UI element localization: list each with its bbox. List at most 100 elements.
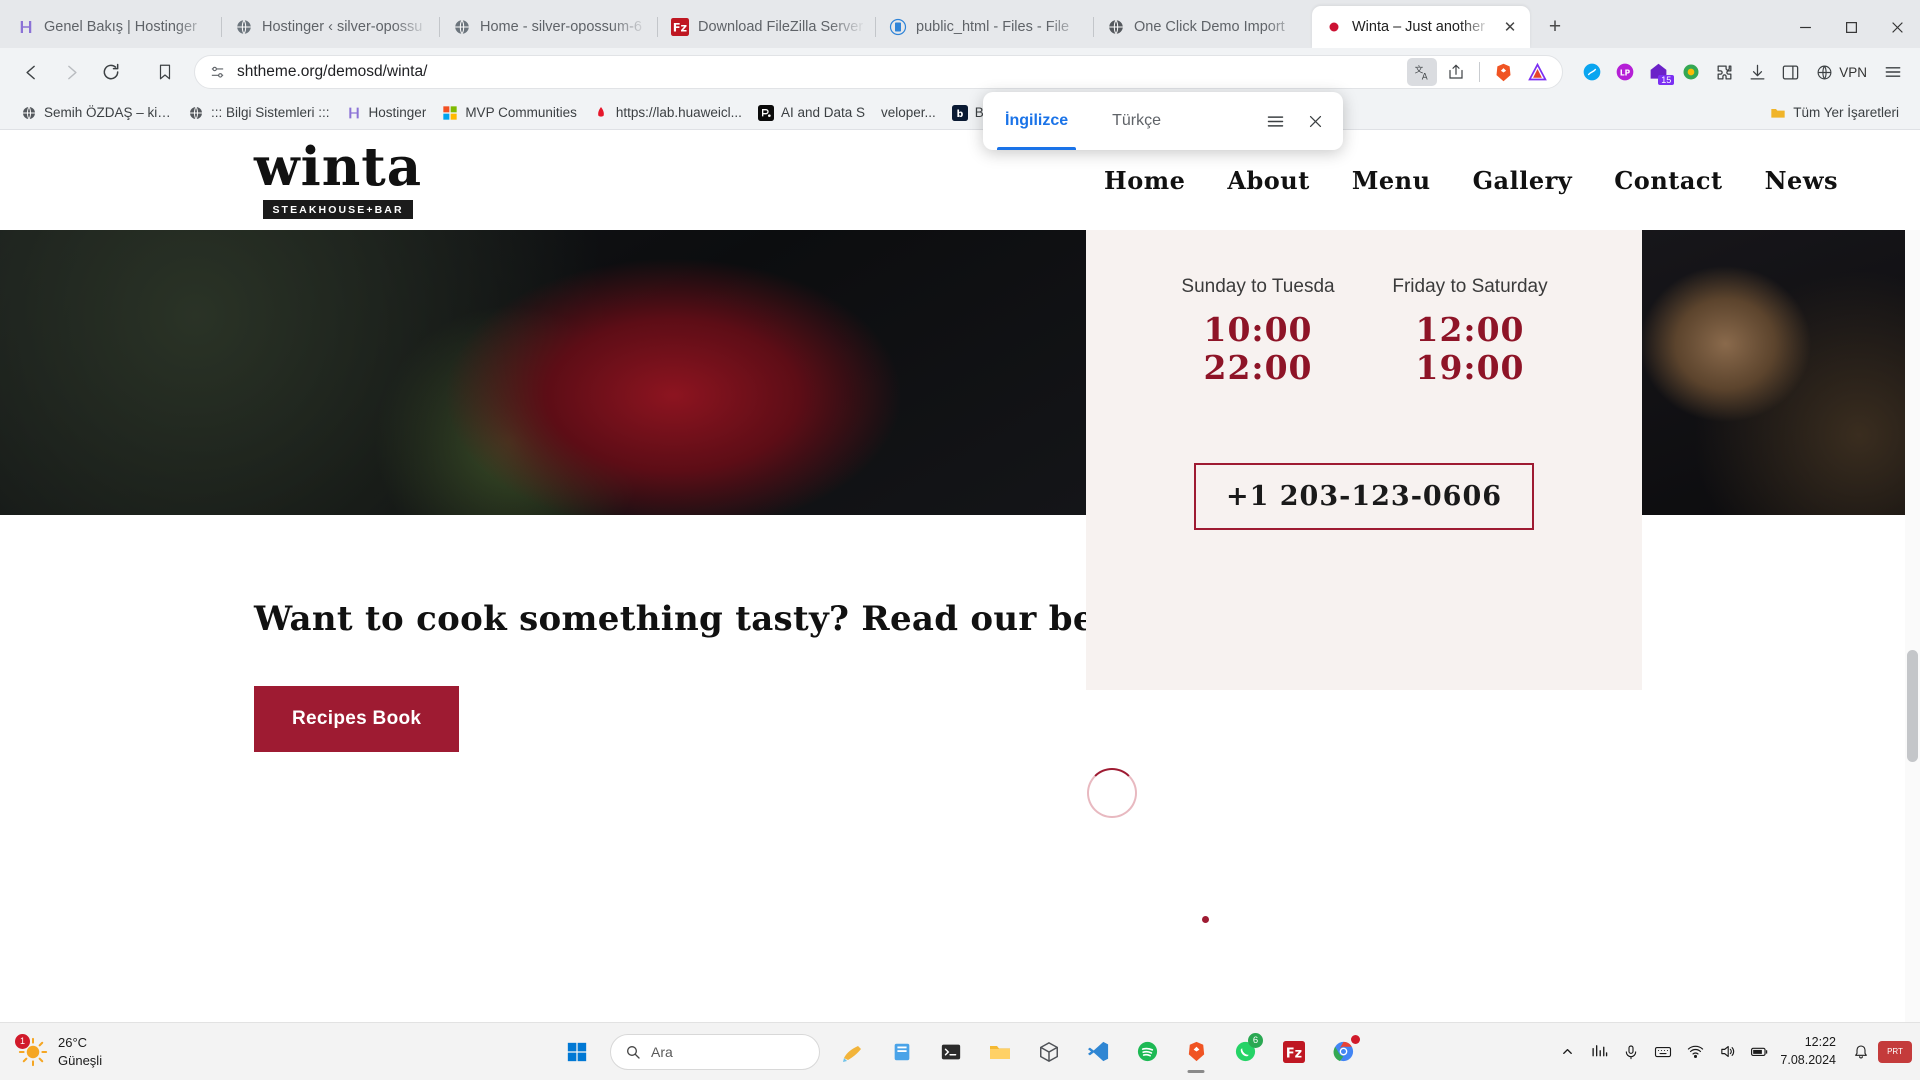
site-logo[interactable]: winta STEAKHOUSE+BAR (254, 141, 422, 219)
browser-tab-5[interactable]: One Click Demo Import (1094, 6, 1312, 48)
hamburger-menu-icon[interactable] (1878, 58, 1908, 86)
globe-favicon (190, 106, 202, 119)
back-button[interactable] (12, 55, 50, 89)
puzzle-ext-icon[interactable] (1709, 58, 1739, 86)
browser-window: Genel Bakış | Hostinger Hostinger ‹ silv… (0, 0, 1920, 1022)
nav-link-menu[interactable]: Menu (1352, 166, 1431, 195)
brave-icon[interactable] (1174, 1030, 1218, 1074)
bookmark-item-1[interactable]: ::: Bilgi Sistemleri ::: (181, 101, 337, 125)
reload-button[interactable] (92, 55, 130, 89)
forward-button[interactable] (52, 55, 90, 89)
window-controls (1782, 6, 1920, 48)
bookmark-label: ::: Bilgi Sistemleri ::: (211, 105, 330, 120)
folder-label: Tüm Yer İşaretleri (1793, 105, 1899, 120)
chrome-icon[interactable] (1321, 1030, 1365, 1074)
phone-number-box[interactable]: +1 203-123-0606 (1193, 463, 1535, 531)
recording-dot-icon (1329, 22, 1339, 32)
bookmark-item-0[interactable]: Semih ÖZDAŞ – kişi... (14, 101, 179, 125)
bookmark-item-5[interactable]: AI and Data S (751, 101, 872, 125)
options-menu-icon[interactable] (1255, 101, 1295, 141)
hero-strip: Sunday to Tuesda 10:00 22:00 Friday to S… (0, 130, 1920, 690)
bookmark-label: veloper... (881, 105, 936, 120)
logo-wordmark: winta (254, 136, 423, 198)
recipes-book-button[interactable]: Recipes Book (254, 686, 460, 752)
close-icon[interactable] (1295, 101, 1335, 141)
vscode-icon[interactable] (1076, 1030, 1120, 1074)
browser-tab-1[interactable]: Hostinger ‹ silver-opossu (222, 6, 440, 48)
terminal-icon[interactable] (929, 1030, 973, 1074)
minimize-button[interactable] (1782, 6, 1828, 48)
hours-open: 10:00 (1203, 310, 1313, 349)
sidebar-toggle-icon[interactable] (1775, 58, 1805, 86)
vpn-button[interactable]: VPN (1808, 57, 1875, 87)
tab-title: One Click Demo Import (1134, 19, 1285, 35)
lastpass-ext-icon[interactable]: LP (1610, 58, 1640, 86)
site-header: winta STEAKHOUSE+BAR Home About Menu Gal… (0, 130, 1920, 230)
translate-target-language-tab[interactable]: Türkçe (1090, 92, 1183, 150)
window-close-button[interactable] (1874, 6, 1920, 48)
tab-title: public_html - Files - File (916, 19, 1070, 35)
tab-title: Home - silver-opossum-6 (480, 19, 642, 35)
page-scrollbar-thumb[interactable] (1907, 650, 1918, 762)
address-bar[interactable]: shtheme.org/demosd/winta/ 文A (194, 55, 1564, 89)
translate-icon[interactable]: 文A (1407, 58, 1438, 86)
bookmark-label: AI and Data S (780, 105, 865, 120)
bookmark-label: https://lab.huaweicl... (615, 105, 742, 120)
download-icon[interactable] (1742, 58, 1772, 86)
shazam-ext-icon[interactable] (1577, 58, 1607, 86)
file-explorer-icon[interactable] (978, 1030, 1022, 1074)
sticky-notes-icon[interactable] (880, 1030, 924, 1074)
nav-link-about[interactable]: About (1227, 166, 1309, 195)
filezilla-icon[interactable]: Fz (1272, 1030, 1316, 1074)
brave-rewards-icon[interactable] (1522, 58, 1552, 86)
bookmark-item-6[interactable]: veloper... (874, 101, 943, 124)
whatsapp-icon[interactable]: 6 (1223, 1030, 1267, 1074)
browser-tab-2[interactable]: Home - silver-opossum-6 (440, 6, 658, 48)
nav-link-home[interactable]: Home (1104, 166, 1185, 195)
browser-tab-3[interactable]: Fz Download FileZilla Server (658, 6, 876, 48)
hostinger-favicon (20, 21, 32, 33)
web-page-viewport: winta STEAKHOUSE+BAR Home About Menu Gal… (0, 130, 1920, 1022)
chrome-notification-dot (1351, 1034, 1360, 1044)
filezilla-favicon: Fz (671, 18, 689, 36)
taskbar-search-box[interactable]: Ara (610, 1033, 820, 1070)
browser-tab-6-active[interactable]: Winta – Just another ✕ (1312, 6, 1530, 48)
site-navigation: Home About Menu Gallery Contact News (1104, 166, 1838, 195)
nav-link-contact[interactable]: Contact (1614, 166, 1722, 195)
svg-text:LP: LP (1620, 68, 1631, 77)
package-icon[interactable] (1027, 1030, 1071, 1074)
translate-source-language-tab[interactable]: İngilizce (983, 92, 1090, 150)
svg-text:A: A (1421, 72, 1427, 81)
url-text: shtheme.org/demosd/winta/ (237, 63, 428, 80)
page-scrollbar-track[interactable] (1905, 130, 1920, 1022)
toolbar-divider (1479, 62, 1481, 82)
nav-link-news[interactable]: News (1765, 166, 1838, 195)
browser-tab-4[interactable]: public_html - Files - File (876, 6, 1094, 48)
bookmark-item-4[interactable]: https://lab.huaweicl... (586, 101, 749, 125)
bookmark-item-2[interactable]: Hostinger (339, 101, 434, 125)
bookmark-label: MVP Communities (465, 105, 577, 120)
tab-close-button[interactable]: ✕ (1500, 17, 1520, 37)
hours-close: 19:00 (1415, 347, 1525, 387)
all-bookmarks-folder[interactable]: Tüm Yer İşaretleri (1763, 101, 1906, 125)
purple-badge-ext-icon[interactable]: 15 (1643, 58, 1675, 86)
new-tab-button[interactable]: + (1538, 10, 1572, 44)
tab-title: Download FileZilla Server (698, 19, 864, 35)
brave-lion-icon[interactable] (1488, 58, 1518, 86)
browser-tab-0[interactable]: Genel Bakış | Hostinger (4, 6, 222, 48)
bookmark-item-3[interactable]: MVP Communities (435, 101, 584, 125)
omnibox-actions: 文A (1407, 58, 1552, 86)
spotify-icon[interactable] (1125, 1030, 1169, 1074)
paint-icon[interactable] (831, 1030, 875, 1074)
nav-link-gallery[interactable]: Gallery (1473, 166, 1573, 195)
colorful-ext-icon[interactable] (1676, 58, 1706, 86)
share-icon[interactable] (1441, 58, 1471, 86)
extension-badge: 15 (1658, 75, 1675, 85)
hours-close: 22:00 (1203, 347, 1313, 387)
bookmark-this-page-button[interactable] (146, 55, 184, 89)
maximize-button[interactable] (1828, 6, 1874, 48)
huawei-favicon (598, 106, 604, 117)
whatsapp-badge: 6 (1248, 1032, 1263, 1048)
windows-start-button[interactable] (555, 1030, 599, 1074)
site-settings-icon[interactable] (209, 64, 226, 81)
